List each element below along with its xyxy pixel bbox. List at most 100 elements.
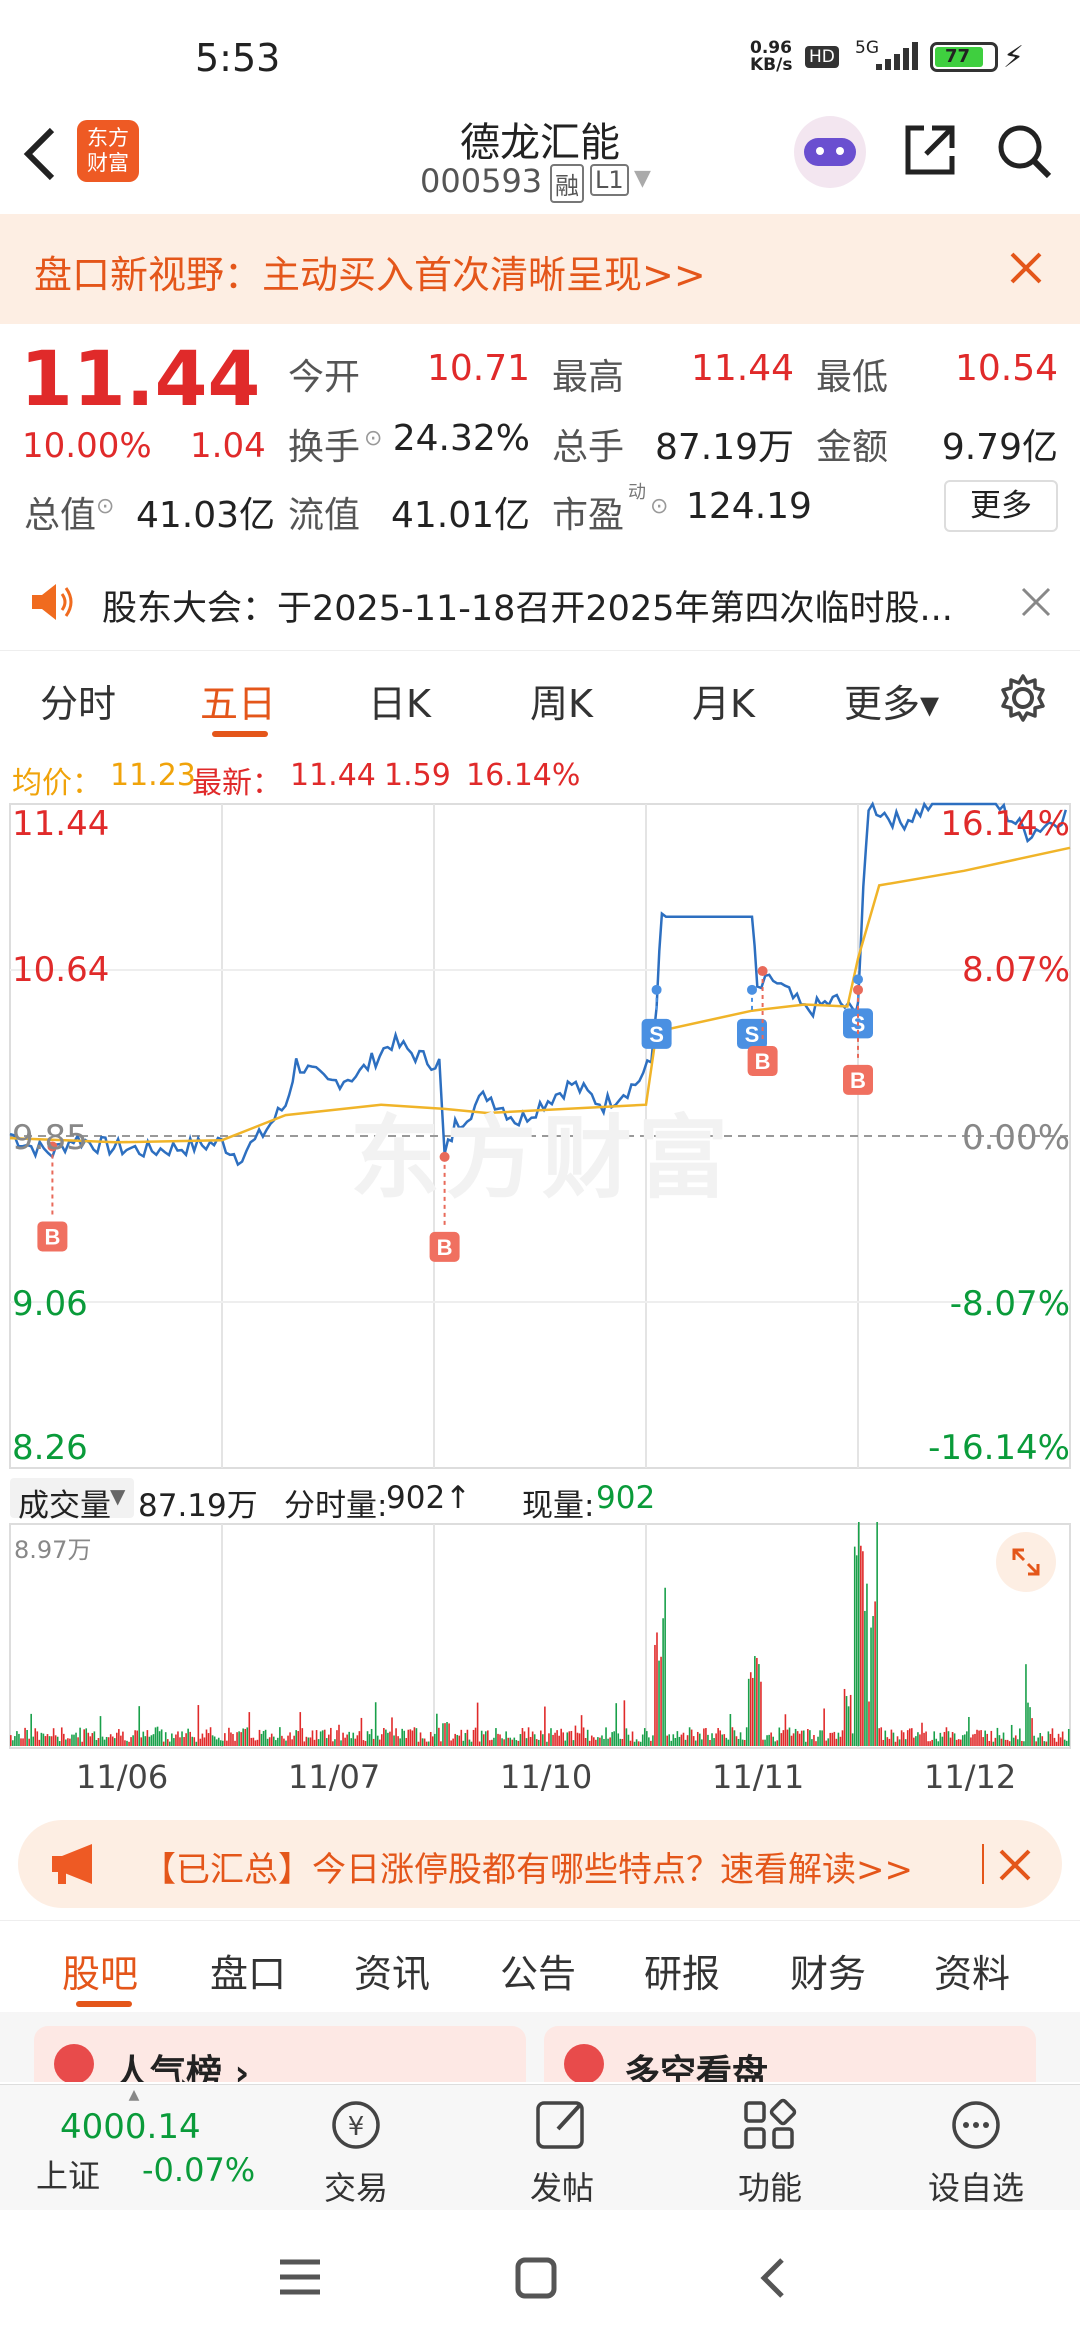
volume-bar — [205, 1729, 208, 1746]
notice-bar[interactable]: 股东大会：于2025-11-18召开2025年第四次临时股... — [0, 558, 1080, 650]
volume-bar — [595, 1739, 597, 1746]
volume-bar — [446, 1722, 448, 1746]
volume-bar — [1063, 1739, 1066, 1746]
tab-profile[interactable]: 资料 — [934, 1943, 1010, 1998]
volume-bar — [798, 1733, 801, 1746]
volume-bar — [756, 1657, 758, 1746]
home-icon[interactable] — [514, 2256, 558, 2300]
volume-bar — [431, 1736, 434, 1746]
close-icon[interactable] — [998, 1848, 1032, 1882]
volume-bar — [762, 1739, 764, 1746]
volume-bar — [207, 1733, 210, 1746]
volume-bar — [372, 1738, 375, 1746]
volume-bar — [656, 1632, 658, 1746]
volume-bar — [961, 1735, 964, 1746]
volume-bar — [984, 1730, 986, 1746]
volume-bar — [535, 1739, 538, 1746]
volume-bar — [633, 1741, 636, 1746]
volume-bar — [540, 1730, 542, 1746]
volume-bar — [525, 1738, 528, 1746]
back-icon[interactable] — [758, 2256, 788, 2300]
volume-bar — [996, 1727, 999, 1746]
volume-bar — [362, 1740, 365, 1746]
volume-bar — [478, 1741, 481, 1746]
volume-bar — [588, 1740, 591, 1746]
nav-trade[interactable]: ¥ 交易 — [286, 2095, 426, 2209]
menu-icon[interactable] — [278, 2258, 322, 2296]
volume-bar — [328, 1734, 330, 1746]
nav-post[interactable]: 发帖 — [492, 2095, 632, 2209]
promo-banner[interactable]: 盘口新视野：主动买入首次清晰呈现>> — [0, 214, 1080, 324]
volume-bar — [126, 1740, 128, 1746]
volume-bar — [980, 1730, 982, 1746]
expand-icon[interactable] — [996, 1532, 1056, 1592]
turnover-label: 换手 — [288, 427, 361, 468]
edit-icon — [536, 2101, 584, 2149]
current-volume-value: 902 — [596, 1480, 656, 1516]
volume-bar — [749, 1672, 752, 1746]
five-day-chart[interactable]: BBSSBSB 东方财富 11.44 10.64 9.85 9.06 8.26 … — [0, 800, 1080, 1470]
volume-bar — [699, 1733, 701, 1746]
gear-icon[interactable] — [998, 673, 1048, 723]
volume-bar — [470, 1741, 473, 1746]
nav-add-watchlist[interactable]: 设自选 — [906, 2095, 1046, 2209]
volume-bar — [680, 1734, 683, 1746]
tab-more[interactable]: 更多▾ — [844, 673, 939, 728]
volume-bar — [768, 1734, 770, 1746]
float-value: 41.01亿 — [390, 495, 530, 536]
volume-bar — [448, 1723, 450, 1746]
info-icon[interactable]: ⊙ — [650, 494, 668, 519]
tab-daily-k[interactable]: 日K — [368, 673, 431, 728]
volume-bar — [254, 1740, 257, 1746]
volume-bar — [507, 1737, 509, 1746]
volume-bar — [792, 1733, 795, 1746]
close-icon[interactable] — [1020, 586, 1052, 618]
volume-bar — [460, 1729, 463, 1746]
search-icon[interactable] — [995, 122, 1053, 180]
more-button[interactable]: 更多 — [944, 480, 1058, 532]
popularity-card[interactable]: 人气榜 › — [34, 2026, 526, 2082]
tab-five-day[interactable]: 五日 — [200, 673, 276, 728]
last-price: 11.44 — [20, 334, 261, 423]
volume-bar — [81, 1741, 83, 1746]
volume-selector[interactable]: 成交量 ▼ — [10, 1478, 134, 1524]
info-icon[interactable]: ⊙ — [96, 494, 114, 519]
tab-monthly-k[interactable]: 月K — [692, 673, 755, 728]
volume-bar — [438, 1727, 440, 1746]
tab-news[interactable]: 资讯 — [354, 1943, 430, 1998]
tab-announcements[interactable]: 公告 — [500, 1943, 576, 1998]
volume-bar — [851, 1733, 854, 1746]
tab-weekly-k[interactable]: 周K — [530, 673, 593, 728]
tab-guba[interactable]: 股吧 — [62, 1943, 138, 1998]
marker-label: S — [745, 1022, 760, 1047]
ad-banner[interactable]: 【已汇总】今日涨停股都有哪些特点？速看解读>> — [18, 1820, 1062, 1908]
volume-chart[interactable]: 8.97万 — [0, 1522, 1080, 1750]
volume-bar — [580, 1715, 583, 1746]
volume-bar — [113, 1738, 116, 1746]
dropdown-icon[interactable]: ▼ — [634, 166, 651, 191]
tab-order-book[interactable]: 盘口 — [210, 1943, 286, 1998]
share-icon[interactable] — [902, 122, 958, 178]
volume-bar — [705, 1728, 707, 1746]
y-right-label: 16.14% — [940, 804, 1070, 844]
volume-bar — [786, 1729, 789, 1746]
volume-bar — [566, 1732, 569, 1746]
bull-bear-card[interactable]: 多空看盘 — [544, 2026, 1036, 2082]
chart-tabs: 分时 五日 日K 周K 月K 更多▾ — [0, 650, 1080, 742]
volume-bar — [1041, 1736, 1044, 1746]
index-ticker[interactable]: ▲ 4000.14 上证 -0.07% — [0, 2085, 255, 2211]
tab-finance[interactable]: 财务 — [790, 1943, 866, 1998]
info-icon[interactable]: ⊙ — [364, 426, 382, 451]
volume-bar — [978, 1730, 980, 1746]
tab-intraday[interactable]: 分时 — [40, 673, 116, 728]
volume-bar — [529, 1736, 532, 1746]
volume-bar — [713, 1738, 715, 1746]
close-icon[interactable] — [1008, 250, 1044, 286]
volume-bar — [242, 1728, 244, 1746]
volume-bar — [134, 1730, 136, 1746]
tab-research[interactable]: 研报 — [644, 1943, 720, 1998]
volume-bar — [458, 1735, 461, 1746]
robot-assistant-icon[interactable] — [794, 116, 866, 188]
volume-bar — [370, 1728, 373, 1746]
nav-features[interactable]: 功能 — [700, 2095, 840, 2209]
